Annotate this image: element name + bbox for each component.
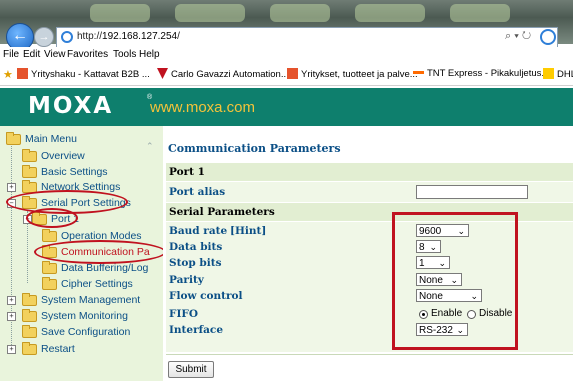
favorite-link[interactable]: Yritykset, tuotteet ja palve... [287,68,418,80]
hint-link[interactable]: [Hint] [230,225,266,237]
sidebar-item-label: System Monitoring [41,310,128,323]
fifo-label: FIFO [169,308,198,320]
favorites-bar: ★ Yrityshaku - Kattavat B2B ... Carlo Ga… [0,65,573,86]
menu-favorites[interactable]: Favorites [67,49,108,60]
sidebar-item-system-monitoring[interactable]: System Monitoring [22,308,128,323]
sidebar-item-overview[interactable]: Overview [22,148,85,163]
forward-button[interactable]: → [34,27,54,47]
port-alias-label: Port alias [169,186,226,198]
data-bits-label: Data bits [169,241,223,253]
moxa-logo: MOXA [28,93,114,119]
favorite-icon [287,68,298,79]
sidebar-item-label: Restart [41,343,75,356]
favorite-label: Yritykset, tuotteet ja palve... [301,69,418,80]
background-thumbnail [270,4,330,22]
folder-icon [42,228,57,242]
folder-icon [22,148,37,162]
sidebar-item-main-menu[interactable]: Main Menu [6,131,77,146]
background-thumbnail [90,4,150,22]
address-bar[interactable]: http://192.168.127.254/ ⌕ ▾ ↻ [56,27,558,49]
sidebar-item-label: System Management [41,294,141,307]
divider [166,354,573,355]
annotation-box-serial-values [392,212,518,350]
expand-icon[interactable]: + [7,312,16,321]
expand-icon[interactable]: + [7,296,16,305]
stop-bits-label: Stop bits [169,257,222,269]
parity-label: Parity [169,274,204,286]
folder-icon [22,341,37,355]
favorite-icon [543,68,554,79]
annotation-oval-port-1 [26,208,78,228]
expand-icon[interactable]: + [7,183,16,192]
tab-page-icon[interactable] [540,29,556,45]
url-prefix: http:// [77,31,103,42]
favorite-link[interactable]: Carlo Gavazzi Automation... [157,68,289,80]
expand-icon[interactable]: + [7,345,16,354]
annotation-oval-communication [34,240,166,264]
sidebar-item-label: Main Menu [25,133,77,146]
ie-page-icon [61,31,73,43]
folder-open-icon [6,131,21,145]
menu-file[interactable]: File [3,49,19,60]
search-refresh-icons[interactable]: ⌕ ▾ ↻ [505,30,531,43]
background-thumbnail [355,4,425,22]
favorite-label: Yrityshaku - Kattavat B2B ... [31,69,150,80]
url-host: 192.168.127.254 [102,31,178,42]
folder-icon [22,292,37,306]
moxa-site-link[interactable]: www.moxa.com [150,99,255,116]
sidebar-item-label: Overview [41,150,85,163]
menu-tools[interactable]: Tools [113,49,136,60]
favorite-label: Carlo Gavazzi Automation... [171,69,289,80]
menu-edit[interactable]: Edit [23,49,40,60]
menu-bar: File Edit View Favorites Tools Help [0,47,573,65]
folder-icon [22,308,37,322]
sidebar-item-basic-settings[interactable]: Basic Settings [22,164,108,179]
favorite-icon [157,68,168,79]
favorite-icon [17,68,28,79]
folder-icon [42,260,57,274]
sidebar-item-label: Basic Settings [41,166,108,179]
favorites-star-icon[interactable]: ★ [3,68,13,81]
port-alias-input[interactable] [416,185,528,199]
menu-view[interactable]: View [44,49,66,60]
port-section-title: Port 1 [169,166,205,178]
favorite-link[interactable]: TNT Express - Pikakuljetus... [413,68,549,79]
sidebar-item-cipher-settings[interactable]: Cipher Settings [42,276,133,291]
flow-control-label: Flow control [169,290,243,302]
background-thumbnail [450,4,510,22]
favorite-label: DHL [557,69,573,80]
collapse-arrow-icon[interactable]: ⌃ [146,141,154,152]
submit-button[interactable]: Submit [168,361,214,378]
baud-rate-label: Baud rate [169,225,228,237]
favorite-link[interactable]: Yrityshaku - Kattavat B2B ... [17,68,150,80]
sidebar-item-label: Save Configuration [41,326,131,339]
sidebar-item-save-configuration[interactable]: Save Configuration [22,324,131,339]
serial-section-title: Serial Parameters [169,206,275,218]
sidebar-item-label: Data Buffering/Log [61,262,149,275]
menu-help[interactable]: Help [139,49,160,60]
background-thumbnail [175,4,245,22]
sidebar-item-system-management[interactable]: System Management [22,292,141,307]
address-url: http://192.168.127.254/ [77,31,180,42]
favorite-link[interactable]: DHL [543,68,573,80]
favorite-label: TNT Express - Pikakuljetus... [427,68,550,79]
favorite-icon [413,71,424,74]
page-title: Communication Parameters [168,142,341,155]
sidebar-item-label: Cipher Settings [61,278,133,291]
interface-label: Interface [169,324,224,336]
folder-icon [42,276,57,290]
sidebar-item-restart[interactable]: Restart [22,341,75,356]
port-section-header: Port 1 [166,163,573,181]
folder-icon [22,324,37,338]
folder-icon [22,164,37,178]
url-suffix: / [177,31,180,42]
